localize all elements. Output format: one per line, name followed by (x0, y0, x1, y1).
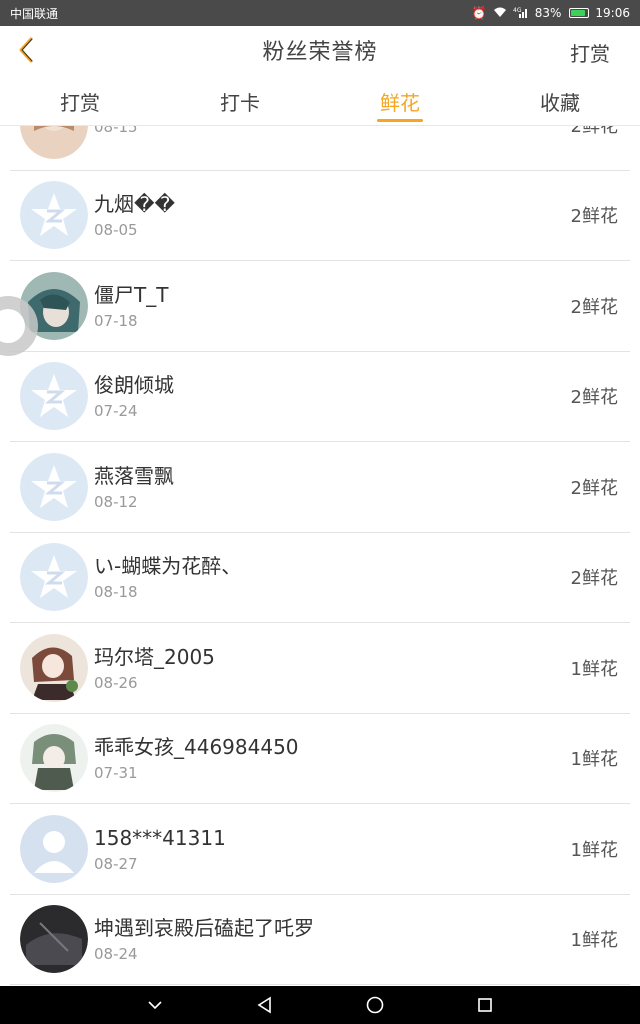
status-bar: 中国联通 ⏰ 4G 83% 19:06 (0, 0, 640, 26)
tab-label: 鲜花 (380, 91, 420, 115)
tab-label: 打赏 (60, 91, 100, 115)
avatar[interactable] (20, 814, 88, 883)
screen: 中国联通 ⏰ 4G 83% 19:06 粉丝荣誉榜 打赏 打赏 打卡 鲜花 收藏… (0, 0, 640, 1024)
flower-count: 2鲜花 (570, 206, 618, 228)
fan-name: 玛尔塔_2005 (94, 644, 215, 669)
fan-info: 158***41311 08-27 (94, 825, 630, 873)
fan-date: 08-18 (94, 583, 138, 602)
fan-row[interactable]: 158***41311 08-27 1鲜花 (10, 804, 630, 895)
fan-info: 僵尸T_T 07-18 (94, 282, 630, 330)
system-nav-bar (0, 986, 640, 1024)
fan-date: 08-26 (94, 673, 138, 692)
fan-info: 08-15 (94, 126, 630, 136)
battery-fill (571, 10, 585, 16)
title-bar: 粉丝荣誉榜 打赏 (0, 26, 640, 74)
signal-type-label: 4G (513, 7, 522, 14)
fan-row[interactable]: 燕落雪飘 08-12 2鲜花 (10, 442, 630, 533)
clock: 19:06 (595, 6, 630, 20)
floating-assist-inner (0, 309, 25, 343)
fan-date: 07-18 (94, 311, 138, 330)
page-title: 粉丝荣誉榜 (262, 40, 378, 65)
fan-date: 08-05 (94, 221, 138, 240)
recents-square-icon[interactable] (475, 995, 495, 1015)
fan-name: 158***41311 (94, 825, 226, 850)
avatar[interactable] (20, 126, 88, 159)
fan-row[interactable]: 坤遇到哀殿后磕起了吒罗 08-24 1鲜花 (10, 895, 630, 985)
back-button[interactable] (8, 32, 44, 68)
back-triangle-icon[interactable] (255, 995, 275, 1015)
fan-name: 乖乖女孩_446984450 (94, 735, 299, 760)
fan-info: 坤遇到哀殿后磕起了吒罗 08-24 (94, 915, 630, 963)
chevron-down-icon[interactable] (145, 995, 165, 1015)
tab-label: 收藏 (540, 91, 580, 115)
home-circle-icon[interactable] (365, 995, 385, 1015)
tab-favorites[interactable]: 收藏 (480, 74, 640, 125)
fan-row[interactable]: 玛尔塔_2005 08-26 1鲜花 (10, 623, 630, 714)
reward-button[interactable]: 打赏 (570, 38, 610, 67)
tab-label: 打卡 (220, 91, 260, 115)
fan-row[interactable]: 乖乖女孩_446984450 07-31 1鲜花 (10, 714, 630, 804)
fan-date: 08-12 (94, 492, 138, 511)
fan-name: 坤遇到哀殿后磕起了吒罗 (94, 916, 314, 941)
flower-count: 2鲜花 (570, 126, 618, 137)
fan-list-viewport[interactable]: 08-15 2鲜花 九烟�� 08-05 2鲜花 僵尸T_T 07-18 2鲜花 俊朗倾城 07-… (0, 126, 640, 986)
carrier-label: 中国联通 (10, 6, 59, 21)
avatar[interactable] (20, 633, 88, 702)
wifi-icon (493, 6, 507, 21)
fan-name: 僵尸T_T (94, 282, 169, 307)
avatar[interactable] (20, 452, 88, 521)
tab-indicator (377, 119, 423, 122)
avatar[interactable] (20, 181, 88, 250)
battery-icon (569, 8, 590, 18)
flower-count: 1鲜花 (570, 749, 618, 771)
flower-count: 1鲜花 (570, 839, 618, 861)
fan-date: 08-15 (94, 126, 138, 136)
fan-date: 07-31 (94, 764, 138, 783)
fan-row[interactable]: 08-15 2鲜花 (10, 126, 630, 171)
fan-list: 08-15 2鲜花 九烟�� 08-05 2鲜花 僵尸T_T 07-18 2鲜花 俊朗倾城 07-… (0, 126, 640, 985)
tab-flowers[interactable]: 鲜花 (320, 74, 480, 125)
tab-checkin[interactable]: 打卡 (160, 74, 320, 125)
fan-info: 俊朗倾城 07-24 (94, 372, 630, 420)
avatar[interactable] (20, 543, 88, 612)
fan-info: い-蝴蝶为花醉、 08-18 (94, 553, 630, 601)
fan-name: 俊朗倾城 (94, 373, 174, 398)
fan-info: 玛尔塔_2005 08-26 (94, 644, 630, 692)
fan-info: 九烟�� 08-05 (94, 191, 630, 239)
status-icons: ⏰ 4G 83% 19:06 (472, 6, 630, 21)
flower-count: 2鲜花 (570, 568, 618, 590)
fan-name: 九烟�� (94, 192, 176, 217)
flower-count: 2鲜花 (570, 296, 618, 318)
avatar[interactable] (20, 362, 88, 431)
fan-date: 08-27 (94, 854, 138, 873)
chevron-left-icon (19, 37, 33, 63)
tab-reward[interactable]: 打赏 (0, 74, 160, 125)
fan-date: 08-24 (94, 945, 138, 964)
fan-name: 燕落雪飘 (94, 463, 174, 488)
fan-name: い-蝴蝶为花醉、 (94, 554, 242, 579)
fan-row[interactable]: い-蝴蝶为花醉、 08-18 2鲜花 (10, 533, 630, 623)
tab-bar: 打赏 打卡 鲜花 收藏 (0, 74, 640, 126)
fan-date: 07-24 (94, 402, 138, 421)
avatar[interactable] (20, 724, 88, 793)
flower-count: 1鲜花 (570, 658, 618, 680)
signal-icon: 4G (513, 6, 529, 21)
fan-info: 乖乖女孩_446984450 07-31 (94, 734, 630, 782)
fan-row[interactable]: 九烟�� 08-05 2鲜花 (10, 171, 630, 261)
fan-row[interactable]: 僵尸T_T 07-18 2鲜花 (10, 261, 630, 352)
flower-count: 2鲜花 (570, 387, 618, 409)
avatar[interactable] (20, 905, 88, 974)
battery-percent: 83% (534, 6, 562, 20)
flower-count: 2鲜花 (570, 477, 618, 499)
fan-row[interactable]: 俊朗倾城 07-24 2鲜花 (10, 352, 630, 442)
fan-info: 燕落雪飘 08-12 (94, 463, 630, 511)
alarm-icon: ⏰ (471, 6, 487, 20)
flower-count: 1鲜花 (570, 930, 618, 952)
